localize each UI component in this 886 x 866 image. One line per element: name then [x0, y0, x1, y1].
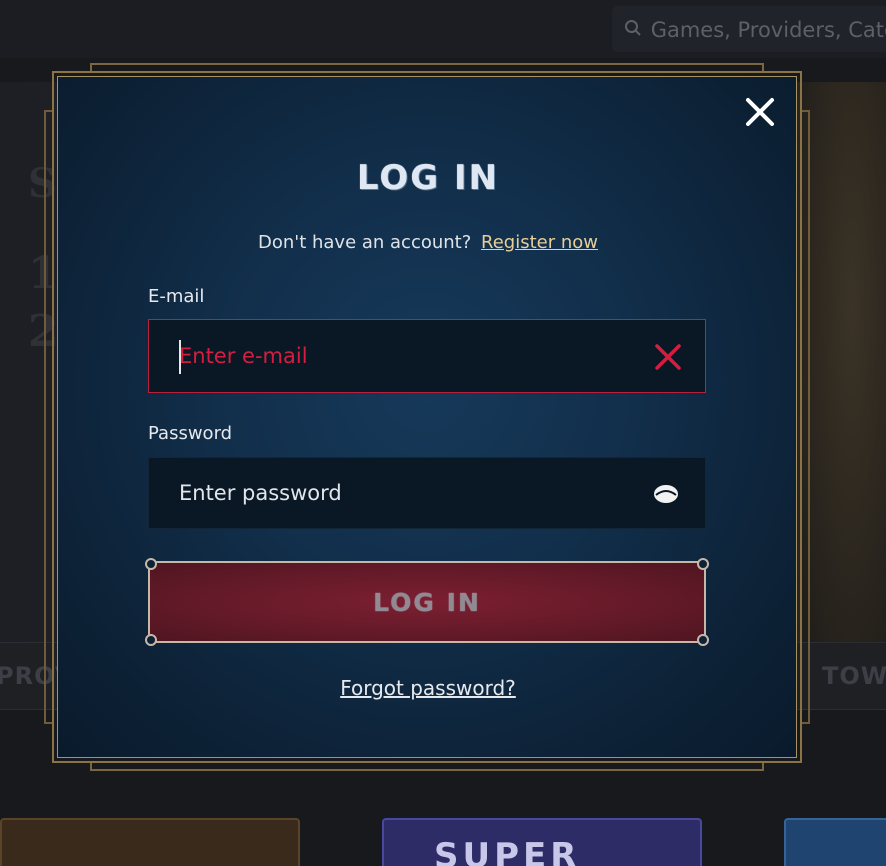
login-button[interactable]: LOG IN [145, 558, 709, 646]
close-button[interactable] [742, 94, 778, 130]
background-search-bar: Games, Providers, Cate [612, 6, 886, 52]
register-prompt-line: Don't have an account? Register now [0, 232, 856, 253]
modal-frame-right [802, 110, 810, 724]
background-game-tile [0, 818, 300, 866]
button-corner-ornament [697, 558, 709, 570]
search-icon [624, 7, 644, 53]
register-link[interactable]: Register now [481, 232, 598, 253]
register-prompt: Don't have an account? [257, 232, 472, 253]
background-search-placeholder: Games, Providers, Cate [650, 18, 886, 42]
eye-icon[interactable] [652, 482, 680, 506]
password-placeholder: Enter password [179, 481, 342, 505]
email-field[interactable]: Enter e-mail [148, 319, 706, 393]
modal-frame-bottom [90, 763, 764, 771]
button-corner-ornament [145, 634, 157, 646]
page: Games, Providers, Cate S 1 2 PROV TOW SU… [0, 0, 886, 866]
email-placeholder: Enter e-mail [179, 344, 308, 368]
modal-title: LOG IN [356, 158, 500, 198]
button-corner-ornament [145, 558, 157, 570]
password-label: Password [148, 423, 233, 444]
password-field[interactable]: Enter password [148, 457, 706, 529]
close-icon [746, 98, 774, 126]
background-game-tile: SUPER [382, 818, 702, 866]
background-game-tile [784, 818, 886, 866]
forgot-password-link[interactable]: Forgot password? [0, 676, 856, 700]
modal-frame-left [44, 110, 52, 724]
login-button-label: LOG IN [373, 587, 481, 617]
background-game-tile-title: SUPER [434, 836, 581, 866]
clear-icon[interactable] [653, 342, 683, 372]
button-corner-ornament [697, 634, 709, 646]
text-caret [179, 340, 181, 374]
email-label: E-mail [148, 286, 205, 307]
modal-frame-top [90, 63, 764, 71]
